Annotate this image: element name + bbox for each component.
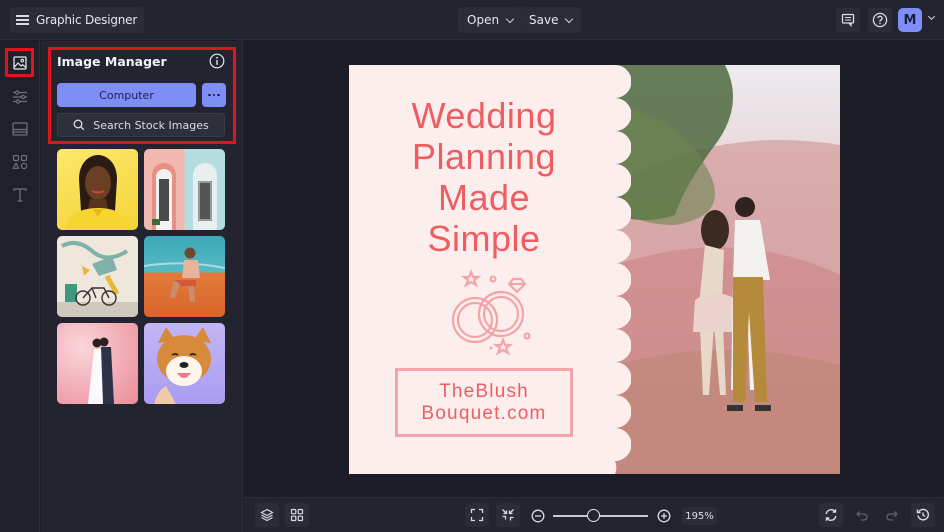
fit-screen-button[interactable]: [465, 503, 489, 527]
chevron-down-icon: [505, 14, 515, 23]
design-canvas[interactable]: Wedding Planning Made Simple TheBlush Bo…: [349, 65, 840, 474]
thumbnail-couple-blossoms[interactable]: [57, 323, 138, 404]
shrink-button[interactable]: [496, 503, 520, 527]
comment-icon: [841, 13, 855, 27]
image-icon: [12, 55, 27, 70]
main-menu-button[interactable]: Graphic Designer: [10, 7, 145, 33]
layers-icon: [260, 508, 274, 522]
help-icon: [872, 12, 888, 28]
search-stock-images-button[interactable]: Search Stock Images: [57, 113, 225, 137]
open-button[interactable]: Open: [458, 7, 523, 33]
panel-title: Image Manager: [57, 54, 167, 69]
grid-button[interactable]: [285, 503, 309, 527]
rail-item-backgrounds[interactable]: [5, 114, 34, 143]
thumbnail-shiba-dog[interactable]: [144, 323, 225, 404]
headline-line: Planning: [411, 136, 557, 177]
text-icon: [12, 187, 27, 202]
app-title: Graphic Designer: [36, 13, 138, 27]
background-icon: [11, 121, 28, 136]
search-label: Search Stock Images: [93, 118, 209, 132]
user-avatar[interactable]: M: [898, 8, 922, 32]
comments-button[interactable]: [836, 8, 860, 32]
upload-from-computer-button[interactable]: Computer: [57, 83, 196, 107]
rail-item-text[interactable]: [5, 180, 34, 209]
sliders-icon: [12, 89, 27, 104]
rail-item-images[interactable]: [5, 48, 34, 77]
help-button[interactable]: [868, 8, 892, 32]
rail-item-adjustments[interactable]: [5, 82, 34, 111]
redo-icon: [886, 511, 898, 521]
more-options-button[interactable]: [202, 83, 226, 107]
chevron-down-icon[interactable]: [927, 12, 936, 21]
fit-screen-icon: [470, 508, 484, 522]
hamburger-icon: [16, 15, 29, 25]
brand-line: TheBlush: [439, 380, 529, 402]
zoom-level-value[interactable]: 195%: [682, 507, 717, 525]
refresh-icon: [825, 509, 837, 521]
app-window: Graphic Designer Open Save M Image Manag…: [0, 0, 944, 532]
thumbnail-woman-yellow[interactable]: [57, 149, 138, 230]
headline-line: Made: [437, 177, 531, 218]
open-label: Open: [467, 13, 500, 27]
thumbnail-mural-bicycle[interactable]: [57, 236, 138, 317]
undo-button[interactable]: [850, 503, 874, 527]
tool-rail: [0, 41, 40, 532]
history-button[interactable]: [911, 503, 935, 527]
shrink-icon: [502, 509, 514, 521]
thumbnail-man-on-sand[interactable]: [144, 236, 225, 317]
chevron-down-icon: [565, 14, 574, 23]
zoom-slider-track[interactable]: [553, 515, 648, 517]
rail-item-graphics[interactable]: [5, 147, 34, 176]
redo-button[interactable]: [880, 503, 904, 527]
wedding-rings-icon[interactable]: [439, 268, 539, 360]
save-button[interactable]: Save: [520, 7, 582, 33]
ellipsis-icon: [208, 93, 220, 97]
thumbnail-pastel-doors[interactable]: [144, 149, 225, 230]
zoom-in-icon[interactable]: [657, 509, 671, 523]
brand-line: Bouquet.com: [421, 402, 547, 424]
history-icon: [916, 508, 930, 521]
save-label: Save: [529, 13, 559, 27]
zoom-out-icon[interactable]: [531, 509, 545, 523]
grid-icon: [290, 508, 304, 522]
headline-line: Wedding: [411, 95, 557, 136]
top-bar: Graphic Designer Open Save M: [0, 0, 944, 40]
couple-photo[interactable]: [615, 65, 840, 474]
headline-line: Simple: [427, 218, 541, 259]
layers-button[interactable]: [255, 503, 279, 527]
search-icon: [73, 119, 85, 131]
brand-text-box[interactable]: TheBlush Bouquet.com: [395, 368, 573, 437]
undo-icon: [856, 511, 868, 521]
refresh-button[interactable]: [819, 503, 843, 527]
info-icon[interactable]: [209, 53, 225, 69]
shapes-icon: [11, 154, 27, 169]
headline-text[interactable]: Wedding Planning Made Simple: [349, 95, 619, 259]
